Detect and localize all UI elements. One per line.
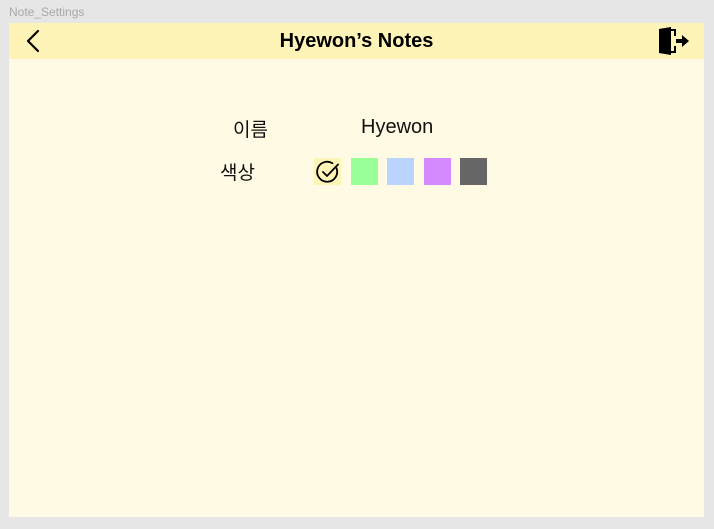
exit-button[interactable] (657, 26, 691, 56)
chevron-left-icon (26, 29, 40, 53)
color-swatch-blue[interactable] (387, 158, 414, 185)
name-label: 이름 (233, 119, 268, 141)
color-swatch-yellow[interactable] (314, 158, 341, 185)
page-title: Hyewon’s Notes (279, 30, 434, 52)
top-bar: Hyewon’s Notes (9, 23, 704, 59)
color-swatch-purple[interactable] (424, 158, 451, 185)
back-button[interactable] (23, 29, 45, 53)
color-swatch-gray[interactable] (460, 158, 487, 185)
frame-label: Note_Settings (9, 5, 85, 19)
name-value: Hyewon (361, 116, 434, 138)
logout-icon (659, 27, 689, 55)
color-label: 색상 (220, 162, 255, 184)
color-swatch-green[interactable] (351, 158, 378, 185)
note-settings-screen: Hyewon’s Notes 이름 Hyewon 색상 (9, 23, 704, 517)
check-circle-icon (316, 160, 339, 183)
